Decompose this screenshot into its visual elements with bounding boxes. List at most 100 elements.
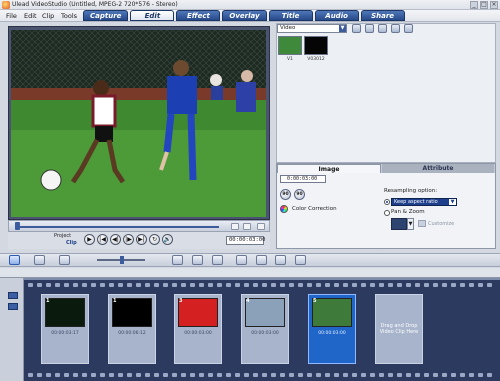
repeat-icon[interactable]: ↻	[149, 234, 160, 245]
sprocket-hole	[253, 373, 258, 377]
record-icon[interactable]	[236, 255, 247, 265]
storyboard-clip[interactable]: 4 00:00:03:00	[241, 294, 289, 364]
timeline-view-icon[interactable]	[34, 255, 45, 265]
previous-frame-icon[interactable]: ◀|	[110, 234, 121, 245]
clip-number: 4	[246, 298, 250, 304]
clip-thumbnail	[312, 298, 352, 327]
menu-edit[interactable]: Edit	[24, 12, 37, 20]
pan-zoom-radio[interactable]	[384, 210, 390, 216]
project-mode-label[interactable]: Project	[54, 233, 71, 239]
import-icon[interactable]	[365, 24, 374, 33]
mix-icon[interactable]	[275, 255, 286, 265]
video-track-icon[interactable]	[8, 292, 18, 299]
playback-controls: ▶ |◀ ◀| |▶ ▶| ↻ 🔊	[84, 234, 173, 245]
scrub-handle[interactable]	[15, 222, 20, 230]
duration-field[interactable]: 0:00:03:00	[280, 175, 326, 183]
window-title: Ulead VideoStudio (Untitled, MPEG-2 720*…	[12, 1, 178, 8]
mark-in-button[interactable]	[231, 223, 239, 230]
sprocket-hole	[451, 283, 456, 287]
maximize-button[interactable]: □	[480, 1, 488, 9]
library-category-select[interactable]: Video ▼	[277, 24, 347, 33]
sprocket-hole	[37, 283, 42, 287]
chevron-down-icon[interactable]: ▼	[407, 218, 414, 230]
zoom-handle[interactable]	[120, 256, 124, 264]
sprocket-hole	[262, 373, 267, 377]
tab-attribute[interactable]: Attribute	[382, 164, 494, 173]
rotate-right-button[interactable]: 90	[294, 189, 305, 200]
home-icon[interactable]: |◀	[97, 234, 108, 245]
add-folder-icon[interactable]	[352, 24, 361, 33]
tab-edit[interactable]: Edit	[130, 10, 175, 21]
customize-icon[interactable]	[418, 220, 426, 227]
sprocket-hole	[307, 283, 312, 287]
sprocket-hole	[64, 373, 69, 377]
sprocket-hole	[289, 283, 294, 287]
color-correction-icon[interactable]	[280, 205, 288, 213]
minimize-button[interactable]: _	[470, 1, 478, 9]
preview-window[interactable]	[11, 30, 266, 217]
rotate-left-button[interactable]: 90	[280, 189, 291, 200]
tab-overlay[interactable]: Overlay	[222, 10, 267, 21]
color-correction-label[interactable]: Color Correction	[292, 206, 337, 212]
library-category-value: Video	[280, 25, 296, 31]
options-icon[interactable]	[404, 24, 413, 33]
mark-out-button[interactable]	[243, 223, 251, 230]
preview-timecode[interactable]: 00:00:03:00	[226, 236, 265, 245]
sprocket-hole	[352, 373, 357, 377]
sprocket-hole	[217, 283, 222, 287]
clip-mode-label[interactable]: Clip	[66, 240, 77, 246]
enlarge-preview-button[interactable]	[257, 223, 265, 230]
storyboard-clip[interactable]: 3 00:00:03:00	[174, 294, 222, 364]
library-thumbnail-v03012[interactable]	[304, 36, 328, 55]
sprocket-hole	[442, 373, 447, 377]
sprocket-hole	[118, 373, 123, 377]
tab-audio[interactable]: Audio	[314, 10, 359, 21]
resampling-radio[interactable]	[384, 199, 390, 205]
clip-thumbnail	[45, 298, 85, 327]
sprocket-hole	[424, 373, 429, 377]
smart-proxy-icon[interactable]	[192, 255, 203, 265]
storyboard-clip-selected[interactable]: 5 00:00:03:00	[308, 294, 356, 364]
end-icon[interactable]: ▶|	[136, 234, 147, 245]
close-button[interactable]: ×	[490, 1, 498, 9]
library-thumbnail-v1[interactable]	[278, 36, 302, 55]
sprocket-hole	[91, 283, 96, 287]
sprocket-hole	[199, 373, 204, 377]
pan-zoom-label: Pan & Zoom	[391, 209, 425, 215]
tab-share[interactable]: Share	[360, 10, 405, 21]
sprocket-hole	[298, 373, 303, 377]
tab-image[interactable]: Image	[277, 164, 381, 173]
volume-icon[interactable]: 🔊	[162, 234, 173, 245]
library-manager-icon[interactable]	[378, 24, 387, 33]
sprocket-hole	[289, 373, 294, 377]
clip-duration: 00:00:06:12	[118, 331, 146, 336]
insert-media-icon[interactable]	[172, 255, 183, 265]
tab-capture[interactable]: Capture	[83, 10, 129, 21]
storyboard-view-icon[interactable]	[9, 255, 20, 265]
play-icon[interactable]: ▶	[84, 234, 95, 245]
sort-icon[interactable]	[391, 24, 400, 33]
overlay-track-icon[interactable]	[8, 303, 18, 310]
menu-tools[interactable]: Tools	[61, 12, 77, 20]
menu-clip[interactable]: Clip	[42, 12, 54, 20]
scrub-track[interactable]	[19, 226, 219, 228]
resampling-select[interactable]: Keep aspect ratio ▼	[391, 198, 457, 206]
sprocket-hole	[163, 373, 168, 377]
undo-icon[interactable]	[212, 255, 223, 265]
storyboard-clip[interactable]: 1 00:00:06:12	[108, 294, 156, 364]
drop-zone[interactable]: Drag and Drop Video Clip Here	[375, 294, 423, 364]
customize-label[interactable]: Customize	[428, 221, 454, 227]
sprocket-hole	[487, 283, 492, 287]
menu-file[interactable]: File	[6, 12, 17, 20]
pan-zoom-preset[interactable]	[391, 218, 407, 230]
storyboard-clip[interactable]: 1 00:00:03:17	[41, 294, 89, 364]
sprocket-hole	[181, 283, 186, 287]
next-frame-icon[interactable]: |▶	[123, 234, 134, 245]
tab-effect[interactable]: Effect	[176, 10, 221, 21]
mix-audio-icon[interactable]	[256, 255, 267, 265]
sprocket-hole	[82, 283, 87, 287]
tab-title[interactable]: Title	[268, 10, 313, 21]
sprocket-hole	[145, 283, 150, 287]
surround-icon[interactable]	[295, 255, 306, 265]
audio-view-icon[interactable]	[59, 255, 70, 265]
